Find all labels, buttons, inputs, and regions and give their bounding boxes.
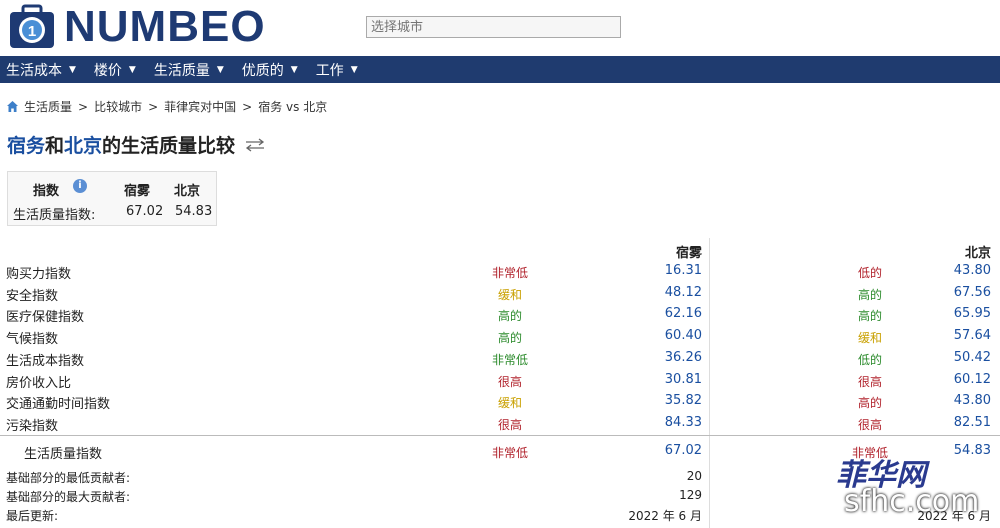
summary-header-city1: 宿雾	[124, 184, 151, 199]
breadcrumb: 生活质量 > 比较城市 > 菲律宾对中国 > 宿务 vs 北京	[6, 98, 327, 115]
column-header-city1: 宿雾	[675, 246, 702, 261]
table-row: 房价收入比 很高 30.81 很高 60.12	[0, 369, 1000, 391]
summary-row-label: 生活质量指数:	[13, 208, 96, 223]
table-row: 生活成本指数 非常低 36.26 低的 50.42	[0, 347, 1000, 369]
total-rating-city1: 非常低	[491, 446, 528, 460]
table-row: 医疗保健指数 高的 62.16 高的 65.95	[0, 303, 1000, 325]
value-city1: 84.33	[664, 415, 702, 430]
nav-premium[interactable]: 优质的 ▼	[242, 60, 298, 80]
value-city1: 36.26	[664, 350, 702, 365]
value-city2: 67.56	[953, 285, 991, 300]
value-city2: 43.80	[953, 393, 991, 408]
city2-link[interactable]: 北京	[64, 131, 102, 158]
summary-header-city2: 北京	[174, 184, 201, 199]
min-contributors-city1: 20	[686, 469, 702, 483]
table-row: 气候指数 高的 60.40 缓和 57.64	[0, 325, 1000, 347]
total-label: 生活质量指数	[24, 447, 103, 462]
caret-down-icon: ▼	[128, 64, 136, 75]
row-label: 生活成本指数	[6, 354, 85, 369]
watermark: 菲华网 sfhc.com	[836, 450, 1000, 528]
home-icon[interactable]	[6, 100, 19, 113]
row-label: 房价收入比	[6, 376, 72, 391]
summary-val-city1: 67.02	[126, 204, 164, 219]
breadcrumb-quality-of-life[interactable]: 生活质量	[24, 98, 72, 115]
row-label: 污染指数	[6, 419, 59, 434]
summary-val-city2: 54.83	[175, 204, 213, 219]
nav-property[interactable]: 楼价 ▼	[94, 60, 136, 80]
row-label: 医疗保健指数	[6, 310, 85, 325]
row-label: 气候指数	[6, 332, 59, 347]
table-row: 交通通勤时间指数 缓和 35.82 高的 43.80	[0, 390, 1000, 412]
last-update-city1: 2022 年 6 月	[628, 509, 702, 523]
max-contributors-label: 基础部分的最大贡献者:	[6, 490, 131, 504]
city-search-input[interactable]	[366, 16, 621, 38]
logo-globe-icon: 1	[10, 4, 54, 48]
value-city2: 43.80	[953, 263, 991, 278]
numbeo-logo[interactable]: 1 NUMBEO	[8, 4, 266, 50]
caret-down-icon: ▼	[216, 64, 224, 75]
page-title: 宿务 和 北京 的生活质量比较	[7, 131, 267, 158]
max-contributors-city1: 129	[679, 488, 702, 502]
table-row: 购买力指数 非常低 16.31 低的 43.80	[0, 260, 1000, 282]
watermark-sub: sfhc.com	[844, 484, 980, 519]
breadcrumb-separator: >	[242, 99, 253, 114]
summary-box: 指数 i 宿雾 北京 生活质量指数: 67.02 54.83	[7, 171, 217, 226]
value-city1: 60.40	[664, 328, 702, 343]
nav-quality-of-life[interactable]: 生活质量 ▼	[154, 60, 224, 80]
rating-city1: 非常低	[491, 266, 528, 280]
value-city1: 35.82	[664, 393, 702, 408]
row-label: 交通通勤时间指数	[6, 397, 111, 412]
rating-city1: 高的	[497, 309, 522, 323]
summary-header-index: 指数	[33, 184, 60, 199]
info-icon[interactable]: i	[73, 179, 87, 193]
main-nav: 生活成本 ▼ 楼价 ▼ 生活质量 ▼ 优质的 ▼ 工作 ▼	[0, 56, 1000, 83]
rating-city1: 非常低	[491, 353, 528, 367]
nav-jobs[interactable]: 工作 ▼	[316, 60, 358, 80]
total-value-city1: 67.02	[664, 443, 702, 458]
min-contributors-label: 基础部分的最低贡献者:	[6, 471, 131, 485]
total-separator	[0, 435, 1000, 436]
city1-link[interactable]: 宿务	[7, 131, 45, 158]
value-city2: 82.51	[953, 415, 991, 430]
breadcrumb-country-compare[interactable]: 菲律宾对中国	[164, 98, 236, 115]
caret-down-icon: ▼	[69, 64, 76, 75]
swap-arrows-icon[interactable]	[243, 137, 267, 153]
value-city2: 50.42	[953, 350, 991, 365]
row-label: 安全指数	[6, 289, 59, 304]
svg-text:1: 1	[28, 23, 36, 40]
rating-city1: 高的	[497, 331, 522, 345]
logo-text: NUMBEO	[64, 2, 266, 51]
rating-city1: 缓和	[497, 288, 522, 302]
caret-down-icon: ▼	[350, 64, 358, 75]
breadcrumb-separator: >	[78, 99, 89, 114]
table-row: 污染指数 很高 84.33 很高 82.51	[0, 412, 1000, 434]
value-city1: 48.12	[664, 285, 702, 300]
rating-city1: 很高	[497, 418, 522, 432]
caret-down-icon: ▼	[290, 64, 298, 75]
rating-city1: 很高	[497, 375, 522, 389]
breadcrumb-separator: >	[148, 99, 159, 114]
value-city2: 57.64	[953, 328, 991, 343]
value-city1: 16.31	[664, 263, 702, 278]
row-label: 购买力指数	[6, 267, 72, 282]
value-city1: 62.16	[664, 306, 702, 321]
value-city2: 60.12	[953, 372, 991, 387]
breadcrumb-current: 宿务 vs 北京	[258, 100, 328, 114]
value-city1: 30.81	[664, 372, 702, 387]
value-city2: 65.95	[953, 306, 991, 321]
rating-city1: 缓和	[497, 396, 522, 410]
title-connector: 和	[45, 135, 65, 157]
title-suffix: 的生活质量比较	[102, 135, 236, 157]
nav-cost-of-living[interactable]: 生活成本 ▼	[6, 60, 76, 80]
table-row: 安全指数 缓和 48.12 高的 67.56	[0, 282, 1000, 304]
header: 1 NUMBEO	[0, 0, 1000, 56]
column-header-city2: 北京	[964, 246, 991, 261]
breadcrumb-compare-cities[interactable]: 比较城市	[94, 98, 142, 115]
last-update-label: 最后更新:	[6, 509, 59, 523]
